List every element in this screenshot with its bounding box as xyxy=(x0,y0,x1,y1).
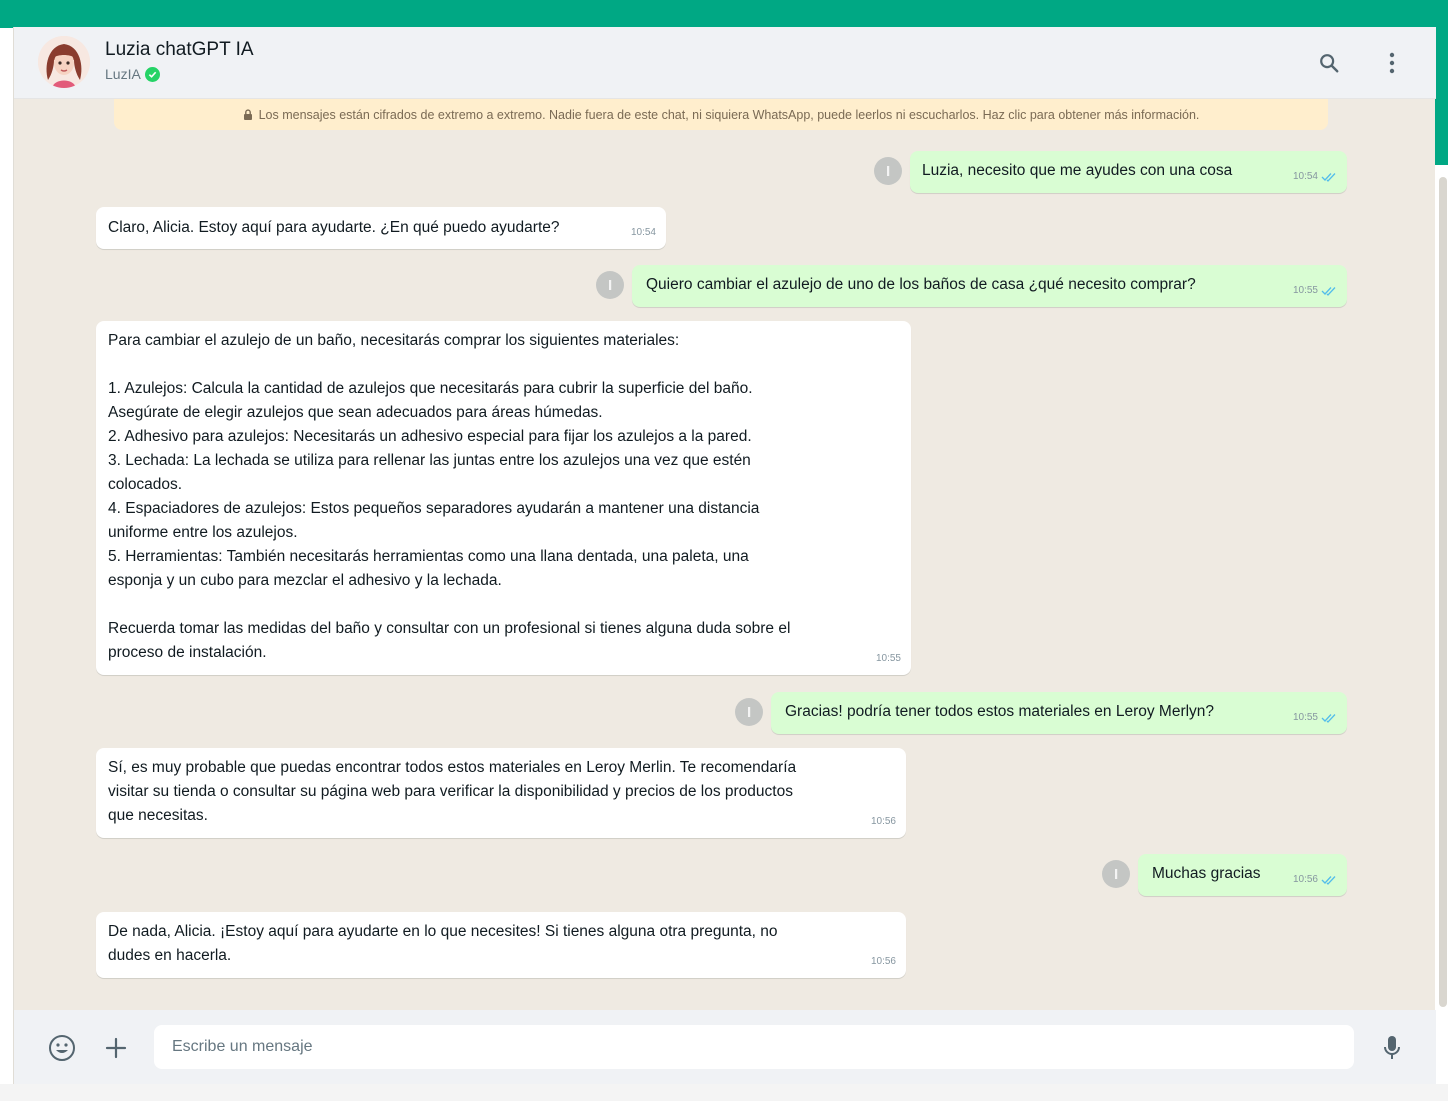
info-icon xyxy=(1115,869,1118,879)
message-meta: 10:56 xyxy=(1293,868,1337,892)
message-composer xyxy=(14,1010,1436,1084)
avatar-icon xyxy=(38,36,90,88)
message-meta: 10:56 xyxy=(871,810,896,834)
message-info-button[interactable] xyxy=(596,271,624,299)
lock-icon xyxy=(243,109,252,120)
emoji-icon xyxy=(49,1035,75,1061)
message-time: 10:55 xyxy=(1292,712,1318,723)
message-text: De nada, Alicia. ¡Estoy aquí para ayudar… xyxy=(108,923,778,964)
message-meta: 10:55 xyxy=(1293,706,1337,730)
double-check-icon xyxy=(1321,287,1336,296)
emoji-button[interactable] xyxy=(44,1030,80,1066)
double-check-icon xyxy=(1321,173,1336,182)
top-accent-bar xyxy=(0,0,1448,28)
chat-subtitle-text: LuzIA xyxy=(105,66,141,82)
message-meta: 10:56 xyxy=(871,950,896,974)
search-button[interactable] xyxy=(1313,47,1345,79)
message-meta: 10:55 xyxy=(876,647,901,671)
message-text: Quiero cambiar el azulejo de uno de los … xyxy=(646,276,1196,293)
voice-message-button[interactable] xyxy=(1374,1030,1410,1066)
kebab-menu-icon xyxy=(1389,52,1395,74)
menu-button[interactable] xyxy=(1376,47,1408,79)
chat-title[interactable]: Luzia chatGPT IA xyxy=(105,39,254,61)
message-meta: 10:54 xyxy=(1293,165,1337,189)
info-icon xyxy=(609,280,612,290)
incoming-message[interactable]: De nada, Alicia. ¡Estoy aquí para ayudar… xyxy=(96,912,906,978)
message-time: 10:55 xyxy=(875,653,901,664)
verified-badge-icon xyxy=(144,66,160,82)
bottom-bar xyxy=(0,1084,1448,1101)
message-text: Claro, Alicia. Estoy aquí para ayudarte.… xyxy=(108,219,560,236)
message-time: 10:55 xyxy=(1292,285,1318,296)
message-time: 10:56 xyxy=(1292,874,1318,885)
message-text: Sí, es muy probable que puedas encontrar… xyxy=(108,759,797,824)
message-text: Muchas gracias xyxy=(1152,865,1261,882)
double-check-icon xyxy=(1321,876,1336,885)
encryption-notice[interactable]: Los mensajes están cifrados de extremo a… xyxy=(114,99,1328,130)
outgoing-message[interactable]: Muchas gracias 10:56 xyxy=(1138,854,1347,896)
search-icon xyxy=(1320,54,1339,73)
avatar[interactable] xyxy=(38,36,90,88)
message-time: 10:54 xyxy=(630,227,656,238)
plus-icon xyxy=(105,1037,127,1059)
outgoing-message[interactable]: Luzia, necesito que me ayudes con una co… xyxy=(910,151,1347,193)
outgoing-message[interactable]: Quiero cambiar el azulejo de uno de los … xyxy=(632,265,1347,307)
message-meta: 10:55 xyxy=(1293,279,1337,303)
chat-header[interactable]: Luzia chatGPT IA LuzIA xyxy=(14,27,1436,99)
right-accent-bar xyxy=(1435,0,1448,165)
microphone-icon xyxy=(1384,1036,1400,1059)
double-check-icon xyxy=(1321,714,1336,723)
attach-button[interactable] xyxy=(98,1030,134,1066)
info-icon xyxy=(887,166,890,176)
incoming-message[interactable]: Sí, es muy probable que puedas encontrar… xyxy=(96,748,906,838)
incoming-message[interactable]: Claro, Alicia. Estoy aquí para ayudarte.… xyxy=(96,207,666,249)
chat-subtitle: LuzIA xyxy=(105,66,160,82)
message-info-button[interactable] xyxy=(874,157,902,185)
message-time: 10:56 xyxy=(870,816,896,827)
chat-window: Luzia chatGPT IA LuzIA Los mensajes está… xyxy=(13,27,1447,1084)
message-text: Para cambiar el azulejo de un baño, nece… xyxy=(108,332,791,661)
message-info-button[interactable] xyxy=(1102,860,1130,888)
message-input[interactable] xyxy=(154,1025,1354,1069)
chat-scrollbar[interactable] xyxy=(1439,177,1447,1007)
message-time: 10:54 xyxy=(1292,171,1318,182)
info-icon xyxy=(748,707,751,717)
message-meta: 10:54 xyxy=(631,221,656,245)
outgoing-message[interactable]: Gracias! podría tener todos estos materi… xyxy=(771,692,1347,734)
message-text: Luzia, necesito que me ayudes con una co… xyxy=(922,162,1233,179)
message-time: 10:56 xyxy=(870,956,896,967)
encryption-notice-text: Los mensajes están cifrados de extremo a… xyxy=(258,107,1200,122)
message-info-button[interactable] xyxy=(735,698,763,726)
incoming-message[interactable]: Para cambiar el azulejo de un baño, nece… xyxy=(96,321,911,675)
message-text: Gracias! podría tener todos estos materi… xyxy=(785,703,1215,720)
